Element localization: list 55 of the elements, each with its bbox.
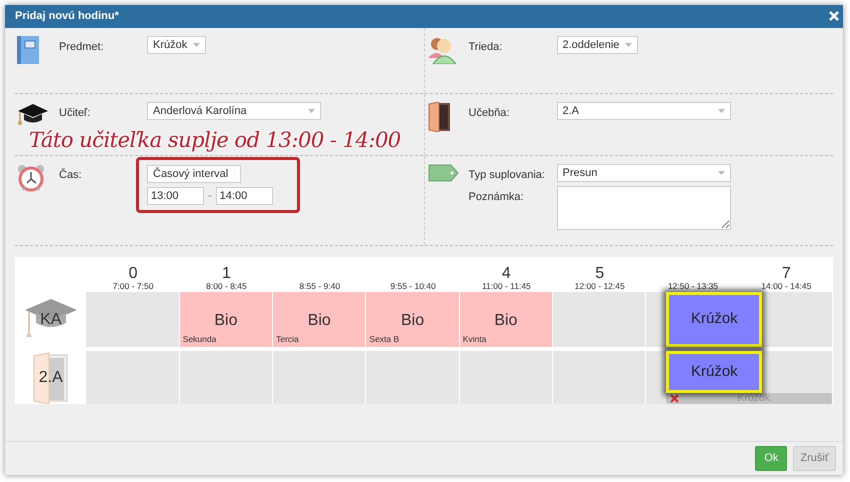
row-label: KA bbox=[40, 310, 62, 328]
period-number: 4 bbox=[502, 266, 511, 282]
field-label: Trieda: bbox=[468, 40, 504, 55]
door-icon bbox=[426, 102, 450, 132]
period-number: 5 bbox=[595, 266, 604, 282]
substitute-lesson[interactable]: Krúžok bbox=[666, 351, 762, 393]
lesson-group: Tercia bbox=[273, 333, 299, 347]
select-field[interactable]: Krúžok bbox=[147, 36, 206, 54]
period-number: 7 bbox=[782, 266, 791, 282]
lesson-subject: Bio bbox=[214, 311, 238, 331]
period-time: 9:55 - 10:40 bbox=[390, 282, 436, 290]
period-time: 11:00 - 11:45 bbox=[482, 282, 531, 290]
period-time: 8:00 - 8:45 bbox=[206, 282, 247, 290]
substitute-lesson[interactable]: Krúžok bbox=[666, 292, 762, 347]
lesson-cell[interactable]: Bio Sexta B bbox=[366, 292, 460, 347]
field-label: Predmet: bbox=[59, 40, 105, 55]
note-field[interactable] bbox=[556, 186, 730, 230]
period-time: 14:00 - 14:45 bbox=[761, 282, 812, 290]
field-label: Typ suplovania: bbox=[468, 168, 546, 183]
time-field[interactable]: 14:00 bbox=[216, 187, 273, 205]
period-time: 12:00 - 12:45 bbox=[574, 282, 625, 290]
lesson-cell[interactable]: Bio Tercia bbox=[273, 292, 366, 347]
field-label: Učiteľ: bbox=[59, 106, 92, 121]
lesson-group: Kvinta bbox=[460, 333, 486, 347]
book-icon bbox=[17, 36, 39, 64]
period-time: 8:55 - 9:40 bbox=[299, 282, 340, 290]
close-icon[interactable] bbox=[670, 394, 680, 403]
lesson-subject: Bio bbox=[494, 311, 518, 331]
dash-separator: - bbox=[207, 188, 213, 204]
lesson-cell[interactable]: Bio Kvinta bbox=[460, 292, 554, 347]
lesson-group: Sexta B bbox=[366, 333, 400, 347]
field-label: Učebňa: bbox=[468, 106, 510, 121]
annotation-text: Táto učiteľka suplje od 13:00 - 14:00 bbox=[29, 127, 401, 154]
select-field[interactable]: 2.oddelenie bbox=[556, 36, 638, 54]
lesson-subject: Bio bbox=[401, 311, 424, 331]
field-label: Poznámka: bbox=[468, 190, 525, 204]
row-label: 2.A bbox=[38, 368, 63, 386]
select-field[interactable]: Anderlová Karolína bbox=[147, 102, 321, 120]
lesson-group: Sekunda bbox=[180, 333, 216, 347]
select-field[interactable]: 2.A bbox=[556, 102, 730, 120]
tag-icon bbox=[426, 164, 458, 182]
period-number: 1 bbox=[222, 266, 231, 282]
people-icon bbox=[426, 36, 456, 64]
graduation-cap-icon bbox=[17, 102, 49, 128]
period-time: 12:50 - 13:35 bbox=[668, 282, 718, 290]
select-field[interactable]: Presun bbox=[556, 164, 730, 182]
dialog-title: Pridaj novú hodinu* bbox=[15, 9, 119, 24]
lesson-subject: Bio bbox=[308, 311, 331, 331]
period-number: 0 bbox=[128, 266, 138, 282]
period-time: 7:00 - 7:50 bbox=[112, 282, 154, 290]
field-label: Čas: bbox=[59, 167, 83, 183]
time-field[interactable]: 13:00 bbox=[147, 187, 204, 205]
lesson-cell[interactable]: Bio Sekunda bbox=[180, 292, 274, 347]
alarm-clock-icon bbox=[17, 164, 45, 192]
select-field[interactable]: Časový interval bbox=[147, 165, 241, 183]
